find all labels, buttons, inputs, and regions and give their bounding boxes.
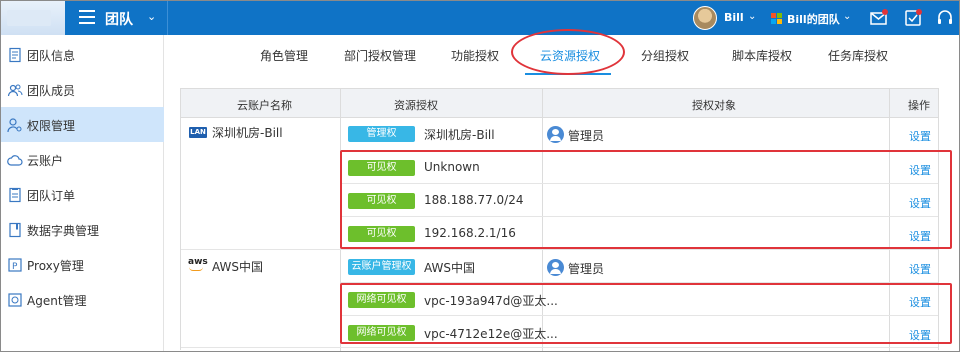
sidebar-item-label: Agent管理: [27, 294, 87, 308]
column-header-target: 授权对象: [692, 99, 736, 112]
column-header-resource: 资源授权: [394, 99, 438, 112]
settings-link[interactable]: 设置: [909, 128, 931, 144]
team-grid-icon: [771, 13, 782, 24]
users-icon: [7, 84, 23, 97]
column-header-account: 云账户名称: [237, 99, 292, 112]
account-name: AWS中国: [212, 260, 264, 274]
table-header: 云账户名称 资源授权 授权对象 操作: [181, 89, 938, 118]
team-title[interactable]: 团队: [105, 9, 133, 29]
team-chevron-down-icon[interactable]: ⌄: [843, 11, 851, 22]
user-name[interactable]: Bill: [724, 11, 744, 24]
permission-badge: 云账户管理权: [348, 259, 415, 275]
resource-name: AWS中国: [424, 261, 476, 275]
column-header-action: 操作: [908, 99, 930, 112]
permission-badge: 管理权: [348, 126, 415, 142]
lan-logo-icon: LAN: [189, 127, 207, 138]
aws-smile-icon: [189, 267, 203, 271]
user-key-icon: [7, 118, 22, 133]
menu-toggle-icon[interactable]: [79, 10, 95, 24]
tab-script-library-auth[interactable]: 脚本库授权: [732, 47, 792, 64]
logo-mark: [7, 10, 51, 26]
order-icon: [9, 187, 21, 203]
highlight-box: [340, 150, 952, 249]
header-divider: [167, 1, 168, 35]
sidebar-item-cloud-account[interactable]: 云账户: [1, 142, 164, 177]
sidebar-item-label: 数据字典管理: [27, 224, 100, 238]
sidebar-item-label: 团队成员: [27, 84, 76, 98]
sidebar-item-proxy[interactable]: P Proxy管理: [1, 247, 164, 282]
cloud-icon: [7, 155, 23, 166]
chevron-down-icon[interactable]: ⌄: [147, 10, 156, 23]
sidebar-item-label: 团队订单: [27, 189, 76, 203]
settings-link[interactable]: 设置: [909, 261, 931, 277]
sidebar-item-label: Proxy管理: [27, 259, 84, 273]
team-switcher[interactable]: Bill的团队: [787, 11, 840, 27]
agent-icon: [8, 293, 22, 307]
avatar[interactable]: [693, 6, 717, 30]
user-icon: [547, 126, 564, 143]
highlight-box: [340, 283, 952, 344]
user-chevron-down-icon[interactable]: ⌄: [748, 11, 756, 22]
headset-icon[interactable]: [935, 8, 955, 28]
app-logo[interactable]: [1, 1, 65, 35]
auth-target: 管理员: [568, 262, 605, 276]
auth-target: 管理员: [568, 129, 605, 143]
sidebar-item-team-info[interactable]: 团队信息: [1, 37, 164, 72]
tab-department-auth[interactable]: 部门授权管理: [344, 47, 416, 64]
sidebar-item-label: 团队信息: [27, 49, 76, 63]
row-divider: [181, 347, 938, 348]
account-divider: [181, 249, 938, 250]
highlight-circle: [511, 29, 625, 75]
sidebar-item-permissions[interactable]: 权限管理: [1, 107, 164, 142]
account-name: 深圳机房-Bill: [212, 126, 283, 140]
sidebar-item-team-orders[interactable]: 团队订单: [1, 177, 164, 212]
svg-text:P: P: [12, 262, 18, 272]
tab-group-auth[interactable]: 分组授权: [641, 47, 689, 64]
task-check-icon[interactable]: [903, 8, 923, 28]
tab-function-auth[interactable]: 功能授权: [451, 47, 499, 64]
sidebar-item-agent[interactable]: Agent管理: [1, 282, 164, 317]
resource-name: 深圳机房-Bill: [424, 128, 495, 142]
sidebar: 团队信息 团队成员 权限管理 云账户 团队订单 数据字典管理 P Proxy管理…: [1, 35, 164, 351]
document-icon: [9, 47, 21, 63]
proxy-icon: P: [8, 258, 22, 272]
sidebar-item-data-dictionary[interactable]: 数据字典管理: [1, 212, 164, 247]
sidebar-item-team-members[interactable]: 团队成员: [1, 72, 164, 107]
tab-task-library-auth[interactable]: 任务库授权: [828, 47, 888, 64]
sidebar-item-label: 权限管理: [27, 119, 76, 133]
user-icon: [547, 259, 564, 276]
book-icon: [9, 222, 21, 238]
tab-role-management[interactable]: 角色管理: [260, 47, 308, 64]
aws-logo-icon: aws: [188, 257, 208, 267]
sidebar-item-label: 云账户: [27, 154, 64, 168]
mail-icon[interactable]: [869, 8, 889, 28]
top-header: 团队 ⌄ Bill ⌄ Bill的团队 ⌄: [1, 1, 959, 35]
